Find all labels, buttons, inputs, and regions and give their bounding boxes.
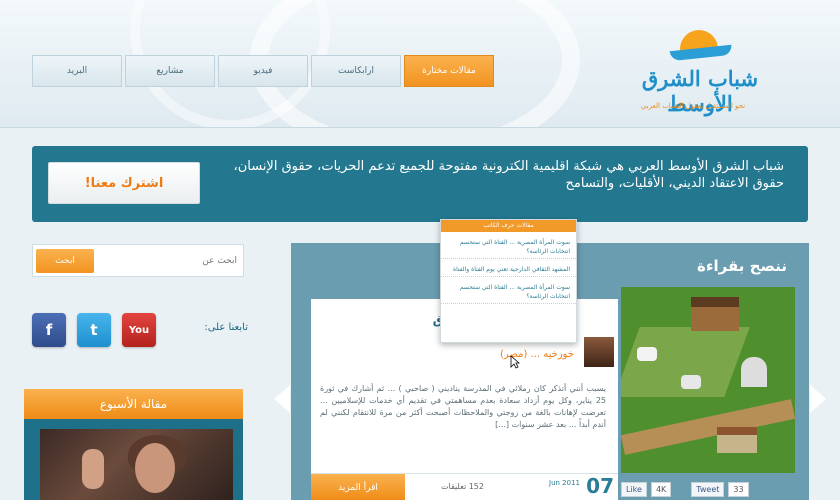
search-button[interactable]: ابحث bbox=[36, 249, 94, 273]
twitter-icon[interactable]: t bbox=[77, 313, 111, 347]
article-excerpt: يسبب أنني أتذكر كان رملائي في المدرسة ين… bbox=[320, 384, 606, 429]
popup-header: مقالات حرف الكاتب bbox=[441, 220, 576, 232]
nav-tab-video[interactable]: فيديو bbox=[218, 55, 308, 87]
week-article-photo[interactable] bbox=[24, 419, 243, 500]
photo-hand bbox=[82, 449, 104, 489]
farm-cow bbox=[681, 375, 701, 389]
farm-silo bbox=[741, 357, 767, 387]
logo-tagline: نحو المستقبل بعقول الشباب العربي bbox=[640, 102, 746, 110]
read-more-button[interactable]: اقرأ المزيد bbox=[311, 474, 405, 500]
popup-article-link[interactable]: المشهد الثقافي الدارجية تعني يوم الفتاة … bbox=[441, 259, 576, 277]
author-articles-popup: مقالات حرف الكاتب سوت المرأة المصرية ...… bbox=[440, 219, 577, 343]
carousel-prev-icon[interactable] bbox=[274, 385, 290, 413]
date-day: 07 bbox=[586, 474, 614, 498]
facebook-like-button[interactable]: Like bbox=[621, 482, 647, 497]
site-header: البريد مشاريع فيديو ارابكاست مقالات مختا… bbox=[0, 0, 840, 128]
follow-us-label: تابعنا على: bbox=[204, 322, 248, 333]
farm-barn bbox=[691, 297, 739, 331]
intro-text: شباب الشرق الأوسط العربي هي شبكة اقليمية… bbox=[233, 159, 784, 191]
featured-image[interactable] bbox=[621, 287, 795, 473]
nav-tab-arabcast[interactable]: ارابكاست bbox=[311, 55, 401, 87]
subscribe-button[interactable]: اشترك معنا! bbox=[48, 162, 200, 204]
main-nav: البريد مشاريع فيديو ارابكاست مقالات مختا… bbox=[32, 55, 494, 87]
share-bar: Like 4K Tweet 33 bbox=[621, 479, 795, 500]
tweet-button[interactable]: Tweet bbox=[691, 482, 725, 497]
like-count: 4K bbox=[650, 482, 672, 497]
tweet-count: 33 bbox=[728, 482, 749, 497]
photo-background bbox=[40, 429, 233, 500]
search-input[interactable] bbox=[97, 251, 237, 271]
photo-face bbox=[135, 443, 175, 493]
farm-house bbox=[717, 427, 757, 453]
facebook-icon[interactable]: f bbox=[32, 313, 66, 347]
popup-article-link[interactable]: سوت المرأة المصرية ... الفتاة التي ستحسم… bbox=[441, 277, 576, 304]
article-footer: اقرأ المزيد 152 تعليقات Jun 2011 07 bbox=[311, 473, 618, 500]
youtube-icon[interactable]: You bbox=[122, 313, 156, 347]
mouse-cursor-icon bbox=[510, 355, 520, 369]
week-article-header: مقالة الأسبوع bbox=[24, 389, 243, 419]
nav-tab-mail[interactable]: البريد bbox=[32, 55, 122, 87]
nav-tab-projects[interactable]: مشاريع bbox=[125, 55, 215, 87]
intro-banner: شباب الشرق الأوسط العربي هي شبكة اقليمية… bbox=[32, 146, 808, 222]
site-logo[interactable]: شباب الشرق الأوسط نحو المستقبل بعقول الش… bbox=[598, 22, 788, 122]
search-box: ابحث bbox=[32, 244, 244, 277]
farm-path bbox=[621, 399, 795, 455]
author-avatar[interactable] bbox=[582, 335, 616, 369]
date-month: Jun 2011 bbox=[549, 479, 580, 487]
nav-tab-selected-articles[interactable]: مقالات مختارة bbox=[404, 55, 494, 87]
popup-article-link[interactable]: سوت المرأة المصرية ... الفتاة التي ستحسم… bbox=[441, 232, 576, 259]
comments-count[interactable]: 152 تعليقات bbox=[441, 482, 484, 491]
recommend-title: ننصح بقراءة bbox=[697, 257, 787, 275]
social-links: f t You bbox=[32, 313, 156, 347]
farm-cow bbox=[637, 347, 657, 361]
carousel-next-icon[interactable] bbox=[810, 385, 826, 413]
